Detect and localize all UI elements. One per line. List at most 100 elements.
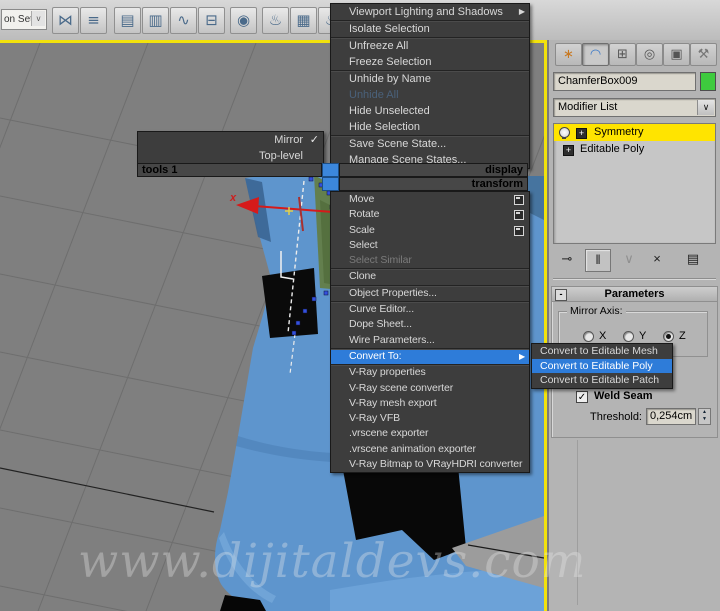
remove-modifier-icon[interactable]: × <box>645 249 669 270</box>
selection-set-dropdown[interactable]: on Set v <box>1 9 47 30</box>
show-end-result-icon[interactable]: ‖ <box>585 249 611 272</box>
menu-item-convert-to-editable-poly[interactable]: Convert to Editable Poly <box>532 358 672 373</box>
convert-to-submenu: Convert to Editable Mesh Convert to Edita… <box>531 343 673 389</box>
menu-item-object-properties[interactable]: Object Properties... <box>331 284 529 301</box>
mirror-axis-radio-x[interactable]: X <box>583 330 617 344</box>
mirror-axis-radio-y[interactable]: Y <box>623 330 657 344</box>
quad-header-transform[interactable]: transform <box>339 177 528 191</box>
layer-manager-icon[interactable]: ≡ <box>80 7 107 34</box>
settings-box-icon[interactable] <box>514 195 524 205</box>
motion-tab[interactable]: ◎ <box>636 43 663 66</box>
menu-item-label: Convert To: <box>349 349 402 362</box>
lightbulb-icon[interactable] <box>559 127 570 139</box>
collapse-icon[interactable]: - <box>555 289 567 301</box>
expand-plus-icon[interactable]: + <box>576 128 587 139</box>
threshold-spinner[interactable]: ▲ ▼ <box>698 408 711 425</box>
menu-item-convert-to-editable-patch[interactable]: Convert to Editable Patch <box>532 373 672 388</box>
quad-header-display[interactable]: display <box>339 163 528 177</box>
mirror-axis-radio-z[interactable]: Z <box>663 330 697 344</box>
menu-item-curve-editor[interactable]: Curve Editor... <box>331 301 529 317</box>
utilities-tab[interactable]: ⚒ <box>690 43 717 66</box>
menu-item-rotate[interactable]: Rotate <box>331 207 529 222</box>
stack-item-symmetry[interactable]: + Symmetry <box>554 124 715 141</box>
spinner-up-icon[interactable]: ▲ <box>699 409 710 416</box>
menu-item-freeze-selection[interactable]: Freeze Selection <box>331 54 529 70</box>
menu-item-v-ray-scene-converter[interactable]: V-Ray scene converter <box>331 381 529 396</box>
radio-icon[interactable] <box>623 331 634 342</box>
menu-item-mirror[interactable]: Mirror ✓ <box>138 132 323 148</box>
menu-item-top-level[interactable]: Top-level <box>138 148 323 164</box>
chair-object-strip <box>528 176 544 468</box>
menu-item-viewport-lighting-and-shadows[interactable]: Viewport Lighting and Shadows ▶ <box>331 4 529 20</box>
menu-item-hide-unselected[interactable]: Hide Unselected <box>331 103 529 119</box>
menu-item-scale[interactable]: Scale <box>331 223 529 238</box>
material-editor-icon[interactable]: ◉ <box>230 7 257 34</box>
radio-icon[interactable] <box>583 331 594 342</box>
mirror-icon[interactable]: ⋈ <box>52 7 79 34</box>
schematic-view-icon[interactable]: ⊟ <box>198 7 225 34</box>
parameters-rollout-header[interactable]: Parameters <box>552 287 717 302</box>
display-tab[interactable]: ▣ <box>663 43 690 66</box>
menu-item-v-ray-vfb[interactable]: V-Ray VFB <box>331 411 529 426</box>
modifier-list-dropdown[interactable]: Modifier List ∨ <box>553 98 716 117</box>
weld-seam-checkbox[interactable]: ✓ <box>576 391 588 403</box>
rendered-frame-window-icon[interactable]: ▦ <box>290 7 317 34</box>
chevron-down-icon[interactable]: v <box>31 11 45 26</box>
menu-item-select[interactable]: Select <box>331 238 529 253</box>
menu-item-unfreeze-all[interactable]: Unfreeze All <box>331 37 529 54</box>
menu-item-isolate-selection[interactable]: Isolate Selection <box>331 20 529 37</box>
spinner-down-icon[interactable]: ▼ <box>699 416 710 423</box>
threshold-input[interactable]: 0,254cm <box>646 408 696 425</box>
menu-item-label: Convert to Editable Patch <box>540 374 660 386</box>
menu-item-unhide-by-name[interactable]: Unhide by Name <box>331 70 529 87</box>
menu-item-convert-to-editable-mesh[interactable]: Convert to Editable Mesh <box>532 344 672 359</box>
menu-item-label: Clone <box>349 270 376 283</box>
menu-item-label: V-Ray properties <box>349 366 426 379</box>
make-unique-icon: ∨ <box>624 251 634 266</box>
menu-item-unhide-all[interactable]: Unhide All <box>331 87 529 103</box>
object-name-field[interactable]: ChamferBox009 <box>553 72 696 91</box>
stack-item-editable-poly[interactable]: + Editable Poly <box>554 141 715 158</box>
menu-item-move[interactable]: Move <box>331 192 529 207</box>
menu-item-clone[interactable]: Clone <box>331 268 529 284</box>
menu-item-vrscene-exporter[interactable]: .vrscene exporter <box>331 426 529 441</box>
submenu-arrow-icon: ▶ <box>518 351 525 361</box>
scene-explorer-icon[interactable]: ▥ <box>142 7 169 34</box>
configure-modifier-sets-icon[interactable]: ▤ <box>681 249 705 270</box>
menu-item-label: Dope Sheet... <box>349 318 412 331</box>
menu-item-hide-selection[interactable]: Hide Selection <box>331 119 529 135</box>
submenu-arrow-icon: ▶ <box>518 7 525 16</box>
menu-item-dope-sheet[interactable]: Dope Sheet... <box>331 317 529 332</box>
menu-item-label: V-Ray scene converter <box>349 381 454 394</box>
menu-item-v-ray-bitmap-to-vrayhdri-converter[interactable]: V-Ray Bitmap to VRayHDRI converter <box>331 457 529 472</box>
menu-item-convert-to[interactable]: Convert To: ▶ <box>331 347 529 365</box>
expand-plus-icon[interactable]: + <box>563 145 574 156</box>
menu-item-v-ray-mesh-export[interactable]: V-Ray mesh export <box>331 396 529 411</box>
modify-tab[interactable]: ◠ <box>582 43 609 66</box>
radio-label: Z <box>679 330 686 342</box>
settings-box-icon[interactable] <box>514 210 524 221</box>
x-axis-label: x <box>229 192 237 204</box>
pin-stack-icon[interactable]: ⊸ <box>555 249 579 270</box>
menu-item-save-scene-state[interactable]: Save Scene State... <box>331 135 529 152</box>
menu-item-label: .vrscene animation exporter <box>349 442 476 455</box>
chevron-down-icon[interactable]: ∨ <box>697 100 714 115</box>
radio-icon[interactable] <box>663 331 674 342</box>
radio-label: X <box>599 330 607 342</box>
menu-item-select-similar[interactable]: Select Similar <box>331 253 529 268</box>
render-setup-icon[interactable]: ♨ <box>262 7 289 34</box>
curve-editor-icon[interactable]: ∿ <box>170 7 197 34</box>
stack-item-label: Symmetry <box>594 126 644 138</box>
quad-indicator-top <box>322 163 339 177</box>
create-tab[interactable]: ∗ <box>555 43 582 66</box>
settings-box-icon[interactable] <box>514 225 524 236</box>
rollout-edge-line <box>577 440 578 605</box>
hierarchy-tab[interactable]: ⊞ <box>609 43 636 66</box>
menu-item-wire-parameters[interactable]: Wire Parameters... <box>331 333 529 348</box>
menu-item-vrscene-animation-exporter[interactable]: .vrscene animation exporter <box>331 442 529 457</box>
menu-item-label: Freeze Selection <box>349 56 432 68</box>
menu-item-v-ray-properties[interactable]: V-Ray properties <box>331 364 529 380</box>
quad-header-tools1[interactable]: tools 1 <box>137 163 322 177</box>
manage-layers-icon[interactable]: ▤ <box>114 7 141 34</box>
object-color-swatch[interactable] <box>700 72 716 91</box>
